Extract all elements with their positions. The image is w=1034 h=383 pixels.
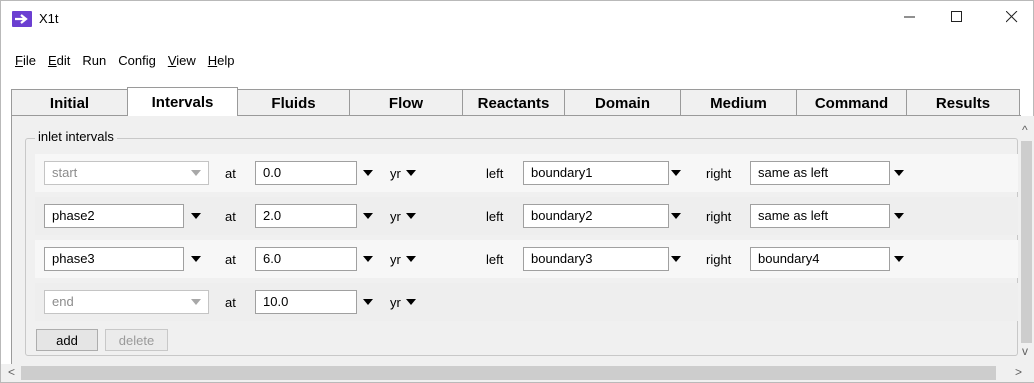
window-title: X1t bbox=[39, 11, 59, 26]
interval-name-field: start bbox=[44, 161, 209, 185]
app-window: X1t File Edit Run Config View Help Initi… bbox=[0, 0, 1034, 383]
tab-fluids[interactable]: Fluids bbox=[237, 89, 350, 116]
scroll-right-icon[interactable]: > bbox=[1015, 365, 1022, 379]
chevron-down-icon[interactable] bbox=[406, 256, 416, 262]
unit-select[interactable]: yr bbox=[390, 252, 401, 267]
tab-reactants[interactable]: Reactants bbox=[462, 89, 565, 116]
right-label: right bbox=[706, 209, 732, 224]
vertical-scroll-thumb[interactable] bbox=[1021, 141, 1032, 343]
chevron-down-icon[interactable] bbox=[363, 170, 373, 176]
title-bar: X1t bbox=[1, 1, 1033, 45]
chevron-down-icon[interactable] bbox=[671, 213, 681, 219]
chevron-down-icon[interactable] bbox=[406, 170, 416, 176]
at-label: at bbox=[225, 252, 236, 267]
close-icon[interactable] bbox=[989, 1, 1034, 33]
time-field[interactable]: 6.0 bbox=[255, 247, 357, 271]
tab-domain[interactable]: Domain bbox=[564, 89, 681, 116]
menu-view[interactable]: View bbox=[162, 53, 202, 68]
left-boundary-select[interactable]: boundary2 bbox=[523, 204, 669, 228]
left-boundary-select[interactable]: boundary1 bbox=[523, 161, 669, 185]
group-label: inlet intervals bbox=[35, 129, 117, 144]
scroll-left-icon[interactable]: < bbox=[8, 365, 15, 379]
add-button[interactable]: add bbox=[36, 329, 98, 351]
chevron-down-icon[interactable] bbox=[363, 299, 373, 305]
tab-bar: Initial Intervals Fluids Flow Reactants … bbox=[11, 87, 1021, 116]
chevron-down-icon[interactable] bbox=[894, 256, 904, 262]
left-label: left bbox=[486, 209, 504, 224]
chevron-down-icon[interactable] bbox=[406, 299, 416, 305]
delete-button: delete bbox=[105, 329, 168, 351]
chevron-down-icon[interactable] bbox=[191, 256, 201, 262]
interval-name-field: end bbox=[44, 290, 209, 314]
scroll-up-icon[interactable]: ^ bbox=[1022, 123, 1028, 137]
right-label: right bbox=[706, 166, 732, 181]
horizontal-scroll-thumb[interactable] bbox=[21, 366, 996, 380]
time-field[interactable]: 10.0 bbox=[255, 290, 357, 314]
tab-flow[interactable]: Flow bbox=[349, 89, 463, 116]
chevron-down-icon[interactable] bbox=[191, 213, 201, 219]
unit-select[interactable]: yr bbox=[390, 295, 401, 310]
time-field[interactable]: 2.0 bbox=[255, 204, 357, 228]
chevron-down-icon[interactable] bbox=[894, 213, 904, 219]
left-boundary-select[interactable]: boundary3 bbox=[523, 247, 669, 271]
maximize-icon[interactable] bbox=[934, 1, 980, 33]
right-boundary-select[interactable]: same as left bbox=[750, 161, 890, 185]
interval-name-field[interactable]: phase3 bbox=[44, 247, 184, 271]
at-label: at bbox=[225, 295, 236, 310]
unit-select[interactable]: yr bbox=[390, 209, 401, 224]
chevron-down-icon bbox=[191, 299, 201, 305]
right-boundary-select[interactable]: same as left bbox=[750, 204, 890, 228]
right-label: right bbox=[706, 252, 732, 267]
tab-medium[interactable]: Medium bbox=[680, 89, 797, 116]
at-label: at bbox=[225, 209, 236, 224]
unit-select[interactable]: yr bbox=[390, 166, 401, 181]
chevron-down-icon[interactable] bbox=[894, 170, 904, 176]
menu-config[interactable]: Config bbox=[112, 53, 162, 68]
menu-help[interactable]: Help bbox=[202, 53, 241, 68]
chevron-down-icon[interactable] bbox=[671, 170, 681, 176]
left-label: left bbox=[486, 252, 504, 267]
left-label: left bbox=[486, 166, 504, 181]
chevron-down-icon bbox=[191, 170, 201, 176]
menu-bar: File Edit Run Config View Help bbox=[1, 47, 1033, 73]
chevron-down-icon[interactable] bbox=[363, 213, 373, 219]
tab-results[interactable]: Results bbox=[906, 89, 1020, 116]
chevron-down-icon[interactable] bbox=[363, 256, 373, 262]
menu-file[interactable]: File bbox=[9, 53, 42, 68]
scroll-down-icon[interactable]: v bbox=[1022, 344, 1028, 358]
menu-run[interactable]: Run bbox=[76, 53, 112, 68]
minimize-icon[interactable] bbox=[887, 1, 933, 33]
chevron-down-icon[interactable] bbox=[406, 213, 416, 219]
app-arrow-icon bbox=[12, 11, 32, 27]
at-label: at bbox=[225, 166, 236, 181]
tab-intervals[interactable]: Intervals bbox=[127, 87, 238, 116]
menu-edit[interactable]: Edit bbox=[42, 53, 76, 68]
right-boundary-select[interactable]: boundary4 bbox=[750, 247, 890, 271]
time-field[interactable]: 0.0 bbox=[255, 161, 357, 185]
tab-initial[interactable]: Initial bbox=[11, 89, 128, 116]
chevron-down-icon[interactable] bbox=[671, 256, 681, 262]
interval-name-field[interactable]: phase2 bbox=[44, 204, 184, 228]
tab-command[interactable]: Command bbox=[796, 89, 907, 116]
